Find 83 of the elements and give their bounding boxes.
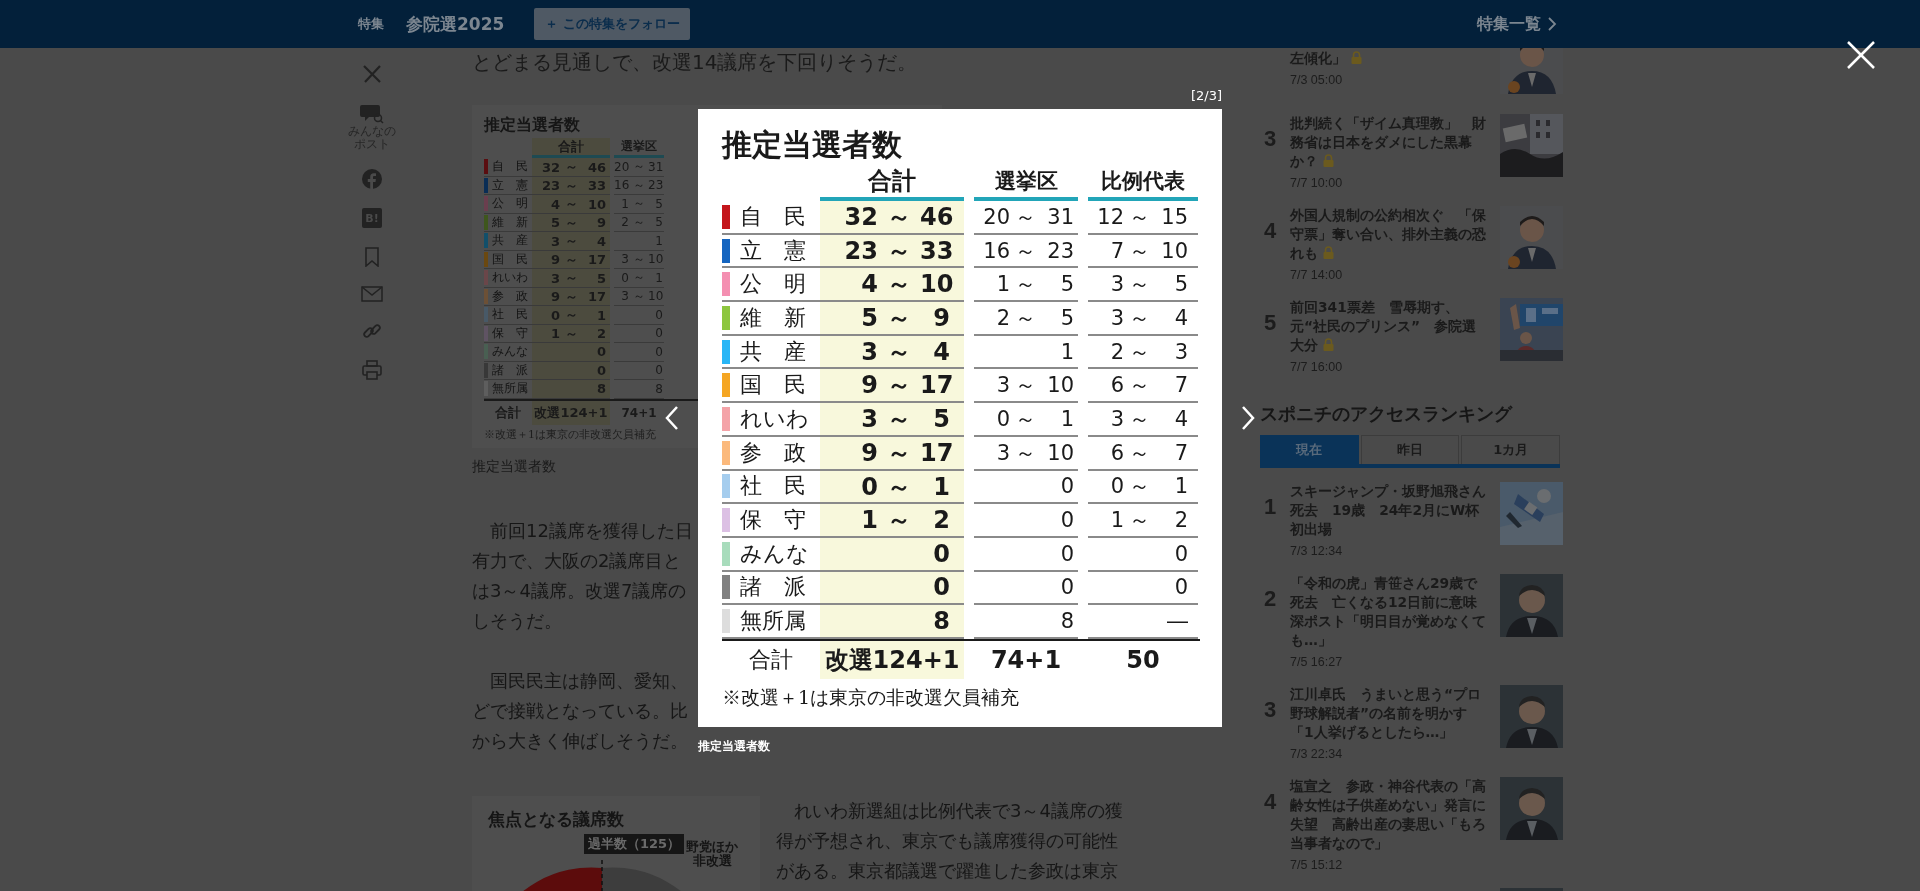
table-cell: 5 ～ 9 — [820, 302, 964, 336]
table-cell: 8 — [820, 605, 964, 639]
party-name: 社 民 — [740, 472, 806, 501]
total-label: 合計 — [748, 645, 794, 674]
table-title: 推定当選者数 — [722, 127, 903, 163]
table-cell: 0 ～ 1 — [974, 403, 1078, 437]
table-cell: 8 — [974, 605, 1078, 639]
table-cell: 0 — [974, 571, 1078, 606]
facebook-icon[interactable] — [362, 169, 382, 190]
previous-icon[interactable] — [664, 405, 680, 431]
party-name: 保 守 — [740, 506, 806, 535]
image-counter: [2/3] — [1189, 88, 1222, 105]
table-cell: 0 — [974, 504, 1078, 538]
table-cell: 0 — [820, 537, 964, 572]
next-icon[interactable] — [1240, 405, 1256, 431]
ranking-tab[interactable]: 現在 — [1260, 435, 1359, 464]
close-icon[interactable] — [1846, 40, 1876, 70]
party-name: れいわ — [740, 404, 809, 433]
speech-bubble-icon — [360, 103, 384, 125]
table-cell: 1 ～ 5 — [974, 268, 1078, 303]
chart-label: 野党ほか非改選 — [685, 839, 739, 870]
party-name: 立 憲 — [740, 236, 806, 265]
chevron-right-icon — [1547, 16, 1557, 32]
table-cell: 0 — [1088, 571, 1198, 606]
table-cell: 0 — [1088, 537, 1198, 572]
figure-title: 推定当選者数 — [484, 115, 581, 136]
table-cell: 3 ～ 10 — [974, 369, 1078, 404]
table-cell: 2 ～ 3 — [1088, 335, 1198, 370]
x-icon[interactable] — [362, 64, 382, 84]
table-cell: 3 ～ 5 — [820, 403, 964, 437]
table-cell: 1 ～ 2 — [1088, 504, 1198, 538]
table-cell: 9 ～ 17 — [820, 436, 964, 471]
party-name: 無所属 — [740, 607, 806, 636]
table-cell: 3 ～ 10 — [974, 436, 1078, 471]
bookmark-icon[interactable] — [364, 247, 380, 268]
table-cell: 3 ～ 4 — [820, 335, 964, 370]
table-cell: 6 ～ 7 — [1088, 436, 1198, 471]
party-name: 自 民 — [492, 158, 528, 176]
section-label: 特集 — [358, 15, 384, 33]
table-note: ※改選＋1は東京の非改選欠員補充 — [722, 684, 1021, 710]
column-header: 比例代表 — [1088, 165, 1198, 201]
party-name: 参 政 — [740, 438, 806, 467]
table-cell: 6 ～ 7 — [1088, 369, 1198, 404]
chart-title: 焦点となる議席数 — [488, 807, 624, 831]
party-name: 自 民 — [740, 202, 806, 231]
follow-button[interactable]: ＋ この特集をフォロー — [534, 8, 691, 40]
table-cell: 0 — [974, 537, 1078, 572]
image-caption: 推定当選者数 — [698, 738, 771, 755]
total-cell-text: 74+1 — [989, 644, 1063, 676]
party-name: 保 守 — [492, 324, 528, 342]
table-cell: 0 — [820, 571, 964, 606]
table-cell: 3 ～ 4 — [1088, 302, 1198, 336]
table-cell: 12 ～ 15 — [1088, 201, 1198, 235]
table-cell: 1 — [974, 335, 1078, 370]
table-cell: 0 ～ 1 — [820, 470, 964, 505]
party-name: 公 明 — [740, 270, 806, 299]
party-name: 諸 派 — [740, 573, 806, 602]
table-cell: 1 ～ 2 — [820, 504, 964, 538]
table-cell: 3 ～ 5 — [1088, 268, 1198, 303]
table-cell: 32 ～ 46 — [820, 201, 964, 235]
mail-icon[interactable] — [361, 286, 383, 303]
table-cell: 20 ～ 31 — [974, 201, 1078, 235]
features-link[interactable]: 特集一覧 — [1477, 13, 1557, 35]
feature-title: 参院選2025 — [406, 12, 505, 36]
table-cell: 4 ～ 10 — [820, 268, 964, 303]
majority-label: 過半数（125） — [584, 833, 685, 854]
table-cell: ― — [1088, 605, 1198, 639]
table-cell: 0 ～ 1 — [1088, 470, 1198, 505]
column-header: 選挙区 — [974, 165, 1078, 201]
total-cell: 改選124+1 — [820, 640, 964, 679]
party-name: 維 新 — [740, 303, 806, 332]
table-cell: 23 ～ 33 — [820, 234, 964, 269]
table-cell: 9 ～ 17 — [820, 369, 964, 404]
table-cell: 0 — [974, 470, 1078, 505]
table-cell: 7 ～ 10 — [1088, 234, 1198, 269]
total-cell-text: 50 — [1125, 644, 1161, 676]
party-name: みんな — [740, 539, 809, 568]
party-name: 国 民 — [740, 371, 806, 400]
printer-icon[interactable] — [362, 360, 382, 381]
table-cell: 2 ～ 5 — [974, 302, 1078, 336]
party-name: 共 産 — [740, 337, 806, 366]
table-cell: 3 ～ 4 — [1088, 403, 1198, 437]
table-cell: 16 ～ 23 — [974, 234, 1078, 269]
